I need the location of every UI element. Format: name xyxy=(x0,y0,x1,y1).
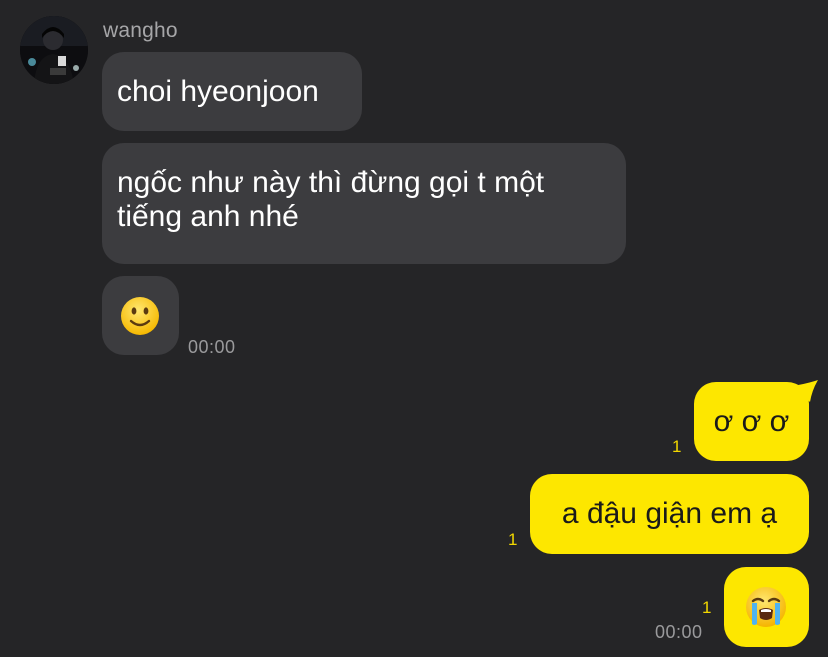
message-text-line: tiếng anh nhé xyxy=(117,200,299,233)
incoming-message[interactable]: ngốc như này thì đừng gọi t một tiếng an… xyxy=(102,143,626,264)
message-text-line: ngốc như này thì đừng gọi t một xyxy=(117,166,545,199)
unread-count: 1 xyxy=(672,437,682,456)
message-text: a đậu giận em ạ xyxy=(561,497,778,530)
sender-name: wangho xyxy=(103,19,178,42)
incoming-timestamp: 00:00 xyxy=(188,337,236,357)
message-text: choi hyeonjoon xyxy=(117,75,319,108)
incoming-emoji-message[interactable] xyxy=(102,276,179,355)
avatar[interactable] xyxy=(20,16,88,84)
unread-count: 1 xyxy=(508,530,518,549)
unread-count: 1 xyxy=(702,598,712,617)
outgoing-message[interactable]: a đậu giận em ạ xyxy=(530,474,809,554)
loudly-crying-face-icon xyxy=(746,587,786,627)
outgoing-message[interactable]: ơ ơ ơ xyxy=(694,382,809,461)
message-text: ơ ơ ơ xyxy=(713,405,790,438)
slightly-smiling-face-icon xyxy=(121,297,159,335)
avatar-photo xyxy=(20,16,88,84)
incoming-message[interactable]: choi hyeonjoon xyxy=(102,52,362,131)
outgoing-timestamp: 00:00 xyxy=(655,622,703,642)
outgoing-emoji-message[interactable] xyxy=(724,567,809,647)
